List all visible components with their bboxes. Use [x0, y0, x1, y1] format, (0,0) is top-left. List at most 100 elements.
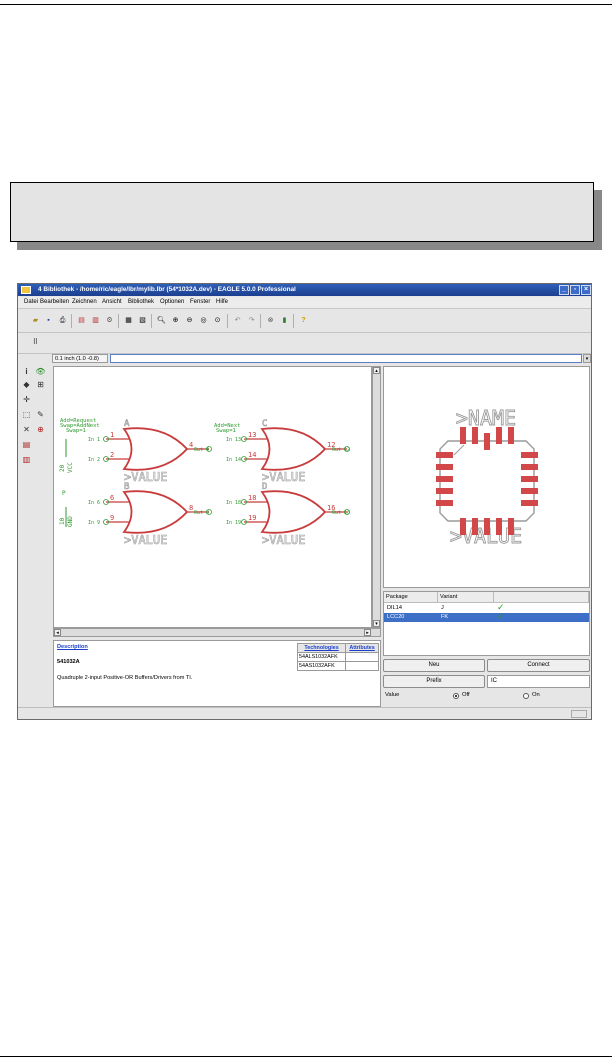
pin-number: 2 — [110, 451, 114, 459]
status-indicator — [571, 710, 587, 718]
attribute-cell — [345, 652, 379, 662]
layer-icon[interactable]: ▧ — [137, 315, 148, 326]
gate-value-text: >VALUE — [262, 470, 305, 484]
print-icon[interactable]: ⎙ — [57, 315, 68, 326]
move-icon[interactable]: ✛ — [21, 394, 32, 405]
command-input[interactable] — [110, 354, 582, 363]
add-icon[interactable]: ⊕ — [35, 424, 46, 435]
attributes-header[interactable]: Attributes — [345, 643, 379, 653]
minimize-button[interactable]: _ — [559, 285, 569, 295]
scroll-down-icon[interactable]: ▾ — [373, 620, 380, 627]
toolbar-separator — [227, 314, 228, 328]
menu-hilfe[interactable]: Hilfe — [216, 299, 228, 305]
pin-name: In 19 — [226, 520, 241, 526]
pin-name: In 13 — [226, 437, 241, 443]
open-icon[interactable]: ▰ — [30, 315, 41, 326]
description-link[interactable]: Description — [57, 644, 88, 650]
pad — [521, 452, 538, 458]
menu-zeichnen[interactable]: Zeichnen — [72, 299, 97, 305]
display-icon[interactable]: ◆ — [21, 379, 32, 390]
toolbar-separator — [293, 314, 294, 328]
pad — [484, 518, 490, 535]
script-icon[interactable]: ▥ — [90, 315, 101, 326]
undo-icon[interactable]: ↶ — [232, 315, 243, 326]
group-icon[interactable]: ⬚ — [21, 409, 32, 420]
info-icon[interactable]: i — [21, 366, 32, 377]
menu-fenster[interactable]: Fenster — [190, 299, 210, 305]
value-on-radio[interactable] — [523, 693, 529, 699]
gate-label: D — [262, 482, 267, 492]
title-bar[interactable]: 4 Bibliothek - /home/ric/eagle/lbr/mylib… — [18, 284, 591, 296]
pad — [472, 518, 478, 535]
menu-bearbeiten[interactable]: Bearbeiten — [40, 299, 69, 305]
package-row-selected[interactable]: LCC20 FK ✓ — [384, 611, 589, 622]
mark-icon[interactable]: ⊞ — [35, 379, 46, 390]
pad — [436, 452, 453, 458]
redo-icon[interactable]: ↷ — [246, 315, 257, 326]
run-icon[interactable]: ⚙ — [104, 315, 115, 326]
pad — [436, 476, 453, 482]
description-part: 541032A — [57, 659, 80, 665]
pin-number: 1 — [110, 431, 114, 439]
technologies-table: Technologies Attributes 54ALS1032AFK 54A… — [296, 643, 379, 671]
stop-icon[interactable]: ⊗ — [265, 315, 276, 326]
pin-number: 8 — [189, 504, 193, 512]
prefix-field[interactable]: IC — [487, 675, 590, 688]
help-icon[interactable]: ? — [298, 315, 309, 326]
schematic-horizontal-scrollbar[interactable]: ◂ ▸ — [53, 628, 381, 637]
or-gate-b: In 6 In 9 Out 8 6 9 8 B >VALUE — [88, 482, 212, 547]
close-button[interactable]: × — [581, 285, 591, 295]
zoom-fit-icon[interactable]: 🔍︎ — [156, 315, 167, 326]
package-row[interactable]: DIL14 J ✓ — [384, 603, 589, 613]
toolbar-separator — [118, 314, 119, 328]
zoom-in-icon[interactable]: ⊕ — [170, 315, 181, 326]
pin-name: In 2 — [88, 457, 100, 463]
pad — [484, 433, 490, 450]
zoom-out-icon[interactable]: ⊖ — [184, 315, 195, 326]
prefix-button[interactable]: Prefix — [383, 675, 485, 688]
pad — [436, 488, 453, 494]
window-title: 4 Bibliothek - /home/ric/eagle/lbr/mylib… — [38, 286, 296, 293]
pad — [521, 476, 538, 482]
technology-cell: 54ALS1032AFK — [296, 652, 347, 662]
grid-icon[interactable]: ▦ — [123, 315, 134, 326]
menu-datei[interactable]: Datei — [24, 299, 38, 305]
cam-icon[interactable]: ▤ — [76, 315, 87, 326]
zoom-select-icon[interactable]: ⊙ — [212, 315, 223, 326]
schematic-vertical-scrollbar[interactable]: ▴ ▾ — [372, 366, 381, 628]
value-off-radio[interactable] — [453, 693, 459, 699]
addlevel-label: Swap=1 — [216, 428, 236, 434]
name-icon[interactable]: ▥ — [21, 454, 32, 465]
chevron-down-icon[interactable]: ▾ — [583, 354, 591, 363]
change-icon[interactable]: ✎ — [35, 409, 46, 420]
pin-number: 12 — [327, 441, 335, 449]
grid-dots-icon[interactable]: ⠿ — [30, 337, 41, 348]
save-icon[interactable]: ▪ — [43, 315, 54, 326]
column-header-variant[interactable]: Variant — [438, 592, 494, 603]
show-icon[interactable]: 👁︎ — [35, 366, 46, 377]
scroll-left-icon[interactable]: ◂ — [54, 629, 61, 636]
menu-bar: Datei Bearbeiten Zeichnen Ansicht Biblio… — [18, 297, 591, 309]
scroll-up-icon[interactable]: ▴ — [373, 367, 380, 374]
pin-name: In 18 — [226, 500, 241, 506]
go-icon[interactable]: ▮ — [279, 315, 290, 326]
menu-optionen[interactable]: Optionen — [160, 299, 184, 305]
menu-ansicht[interactable]: Ansicht — [102, 299, 122, 305]
package-outline — [439, 440, 535, 522]
schematic-editor[interactable]: Add=Request Swap=AddNext Swap=1 Add=Next… — [53, 366, 372, 628]
new-button[interactable]: Neu — [383, 659, 485, 672]
scroll-right-icon[interactable]: ▸ — [364, 629, 371, 636]
page-top-rule — [0, 4, 612, 5]
menu-bibliothek[interactable]: Bibliothek — [128, 299, 154, 305]
connect-button[interactable]: Connect — [487, 659, 590, 672]
zoom-last-icon[interactable]: ◎ — [198, 315, 209, 326]
or-gate-body — [260, 490, 327, 534]
technologies-header[interactable]: Technologies — [296, 643, 347, 653]
or-gate-a: In 1 In 2 Out 4 1 2 4 A >VALUE — [88, 419, 212, 484]
column-header-check[interactable] — [494, 592, 589, 603]
column-header-package[interactable]: Package — [384, 592, 438, 603]
maximize-button[interactable]: ▫ — [570, 285, 580, 295]
check-icon: ✓ — [497, 611, 505, 621]
delete-icon[interactable]: ✕ — [21, 424, 32, 435]
pin-icon[interactable]: ▤ — [21, 439, 32, 450]
